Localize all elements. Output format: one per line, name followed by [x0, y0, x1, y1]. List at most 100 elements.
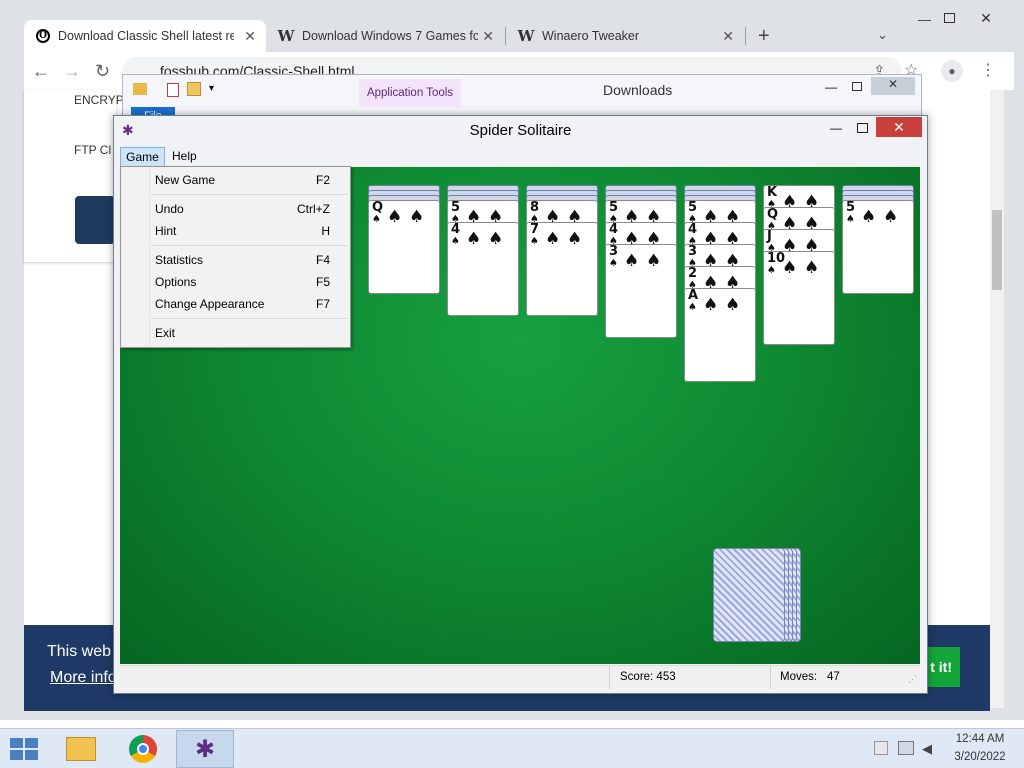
menu-item-exit[interactable]: Exit [155, 323, 330, 343]
menu-item-new-game[interactable]: New Game F2 [155, 170, 330, 190]
tab-title: Download Classic Shell latest rele [58, 29, 234, 43]
card-4-spades[interactable]: 4 ♠ ♠ ♠ [447, 222, 519, 316]
properties-icon[interactable] [167, 83, 179, 97]
card-suit-icon: ♠ [609, 258, 618, 269]
menu-help[interactable]: Help [172, 149, 197, 163]
windows-logo-icon [25, 738, 38, 748]
tab-windows7-games[interactable]: W Download Windows 7 Games for ✕ [266, 20, 504, 52]
card-rank: 5 [688, 200, 698, 215]
tab-classic-shell[interactable]: O Download Classic Shell latest rele ✕ [24, 20, 266, 52]
tab-winaero[interactable]: W Winaero Tweaker ✕ [506, 20, 744, 52]
spider-minimize-icon[interactable]: — [830, 121, 842, 135]
game-menu-dropdown: New Game F2 Undo Ctrl+Z Hint H Statistics F4… [120, 166, 351, 348]
volume-muted-icon[interactable]: ◀ [922, 741, 932, 757]
card-suit-icon: ♠ [372, 214, 381, 225]
maximize-icon[interactable] [944, 13, 955, 23]
card-suit-icon: ♠ [846, 214, 855, 225]
spade-pip-icon: ♠ [725, 295, 741, 315]
explorer-close-icon[interactable]: ✕ [871, 77, 915, 95]
menu-item-options[interactable]: Options F5 [155, 272, 330, 292]
moves-label: Moves: [780, 671, 818, 683]
tab-search-chevron-icon[interactable]: ⌄ [877, 27, 888, 43]
profile-avatar-icon[interactable]: ● [941, 60, 963, 82]
explorer-minimize-icon[interactable]: — [825, 80, 837, 94]
card-rank: 5 [451, 200, 461, 215]
card-rank: Q [372, 200, 384, 215]
spider-maximize-icon[interactable] [857, 123, 868, 133]
close-tab-icon[interactable]: ✕ [244, 28, 256, 45]
quick-access-dropdown-icon[interactable]: ▾ [209, 83, 214, 94]
stock-pile[interactable] [713, 548, 809, 644]
card-suit-icon: ♠ [451, 236, 460, 247]
moves-value: 47 [827, 671, 840, 683]
menu-item-shortcut: F2 [315, 173, 330, 187]
card-a-spades[interactable]: A ♠ ♠ ♠ [684, 288, 756, 382]
close-window-icon[interactable]: ✕ [964, 10, 1008, 32]
scrollbar-thumb[interactable] [992, 210, 1002, 290]
taskbar-chrome[interactable] [114, 730, 172, 768]
taskbar-spider-solitaire[interactable]: ✱ [176, 730, 234, 768]
spade-pip-icon: ♠ [567, 229, 583, 249]
status-divider [609, 666, 610, 689]
back-icon[interactable]: ← [32, 61, 50, 82]
card-rank: 5 [846, 200, 856, 215]
clock-time[interactable]: 12:44 AM [940, 733, 1020, 745]
card-rank: 2 [688, 266, 698, 281]
taskbar: ✱ ◀ 12:44 AM 3/20/2022 [0, 728, 1024, 768]
tab-divider [745, 27, 746, 45]
cookie-text: This web [47, 643, 112, 660]
action-center-icon[interactable] [874, 741, 888, 755]
spade-pip-icon: ♠ [703, 295, 719, 315]
card-3-spades[interactable]: 3 ♠ ♠ ♠ [605, 244, 677, 338]
clock-date[interactable]: 3/20/2022 [940, 751, 1020, 763]
spade-pip-icon: ♠ [409, 207, 425, 227]
card-5-spades[interactable]: 5 ♠ ♠ ♠ [842, 200, 914, 294]
explorer-maximize-icon[interactable] [852, 82, 862, 91]
menu-item-label: Exit [155, 326, 176, 340]
spade-pip-icon: ♠ [466, 229, 482, 249]
browser-menu-icon[interactable]: ⋮ [980, 60, 996, 80]
menu-item-label: Hint [155, 224, 177, 238]
card-rank: 8 [530, 200, 540, 215]
menu-game[interactable]: Game [120, 147, 165, 167]
card-7-spades[interactable]: 7 ♠ ♠ ♠ [526, 222, 598, 316]
browser-tab-favicon: W [517, 27, 535, 45]
menu-gutter [149, 167, 150, 347]
card-rank: A [688, 288, 699, 303]
close-tab-icon[interactable]: ✕ [722, 28, 734, 45]
new-tab-icon[interactable]: + [758, 25, 770, 48]
spade-pip-icon: ♠ [646, 251, 662, 271]
menu-separator [151, 194, 348, 195]
spider-window-title: Spider Solitaire [469, 122, 572, 139]
minimize-icon[interactable]: — [918, 12, 931, 27]
menu-item-statistics[interactable]: Statistics F4 [155, 250, 330, 270]
ftp-label: FTP Cl [74, 143, 112, 157]
folder-icon [133, 83, 147, 95]
card-rank: J [767, 229, 772, 244]
card-rank: 4 [609, 222, 619, 237]
card-10-spades[interactable]: 10 ♠ ♠ ♠ [763, 251, 835, 345]
forward-icon[interactable]: → [63, 61, 81, 82]
browser-tab-favicon: W [277, 27, 295, 45]
page-scrollbar[interactable] [990, 90, 1004, 708]
close-tab-icon[interactable]: ✕ [482, 28, 494, 45]
new-folder-icon[interactable] [187, 82, 201, 96]
reload-icon[interactable]: ↻ [95, 61, 110, 82]
network-icon[interactable] [898, 741, 914, 755]
card-rank: 7 [530, 222, 540, 237]
card-q-spades[interactable]: Q ♠ ♠ ♠ [368, 200, 440, 294]
stock-card [713, 548, 785, 642]
windows-logo-icon [10, 738, 23, 748]
start-button[interactable] [10, 738, 38, 760]
spider-close-icon[interactable]: ✕ [876, 117, 922, 137]
menu-item-hint[interactable]: Hint H [155, 221, 330, 241]
taskbar-file-explorer[interactable] [52, 730, 110, 768]
application-tools-tab[interactable]: Application Tools [359, 79, 461, 107]
menu-item-undo[interactable]: Undo Ctrl+Z [155, 199, 330, 219]
resize-grip-icon[interactable]: ⋰ [908, 674, 917, 685]
spade-pip-icon: ♠ [387, 207, 403, 227]
more-info-link[interactable]: More info [50, 669, 117, 687]
chrome-icon [129, 735, 157, 763]
menu-item-change-appearance[interactable]: Change Appearance F7 [155, 294, 330, 314]
download-button[interactable] [75, 196, 115, 244]
